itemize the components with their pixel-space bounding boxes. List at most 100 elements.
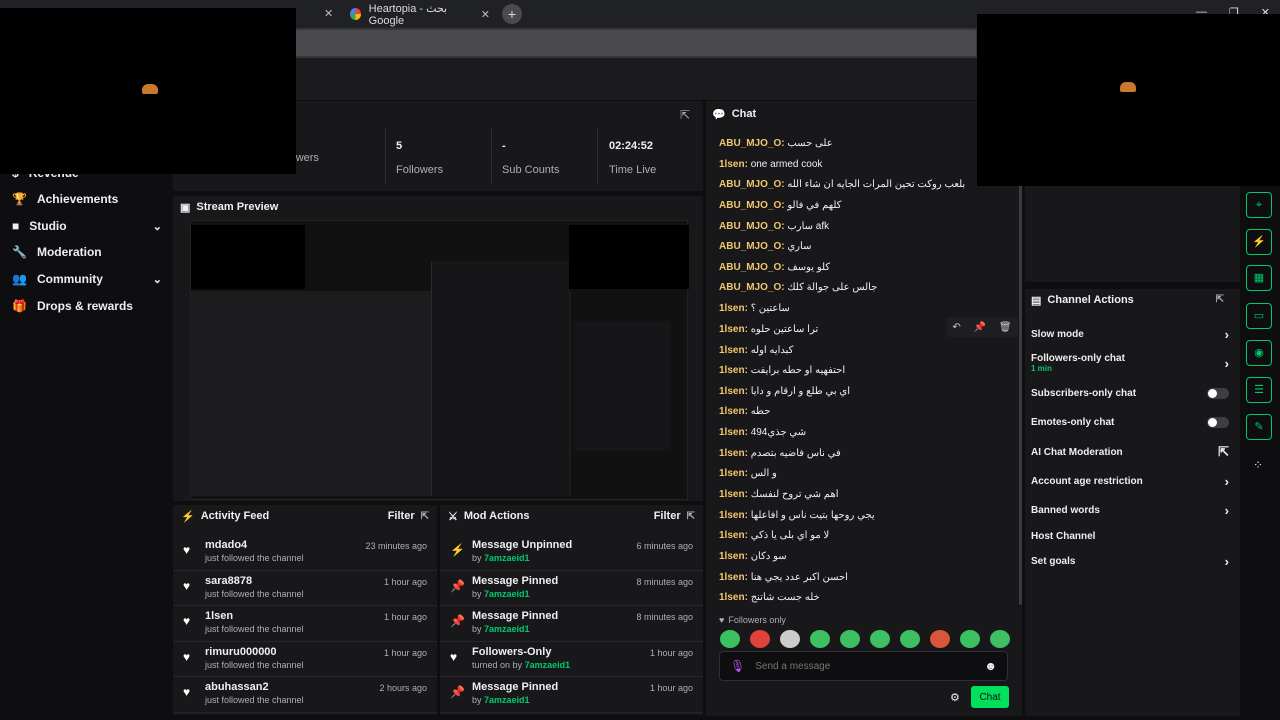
list-item: ♥ 1lsen just followed the channel 1 hour … [173,606,437,642]
wrench-icon[interactable]: ✎ [1246,414,1272,440]
filter-button[interactable]: Filter [654,510,681,522]
stream-preview-video[interactable] [190,220,689,500]
subscribers-only-toggle[interactable] [1207,387,1229,399]
chat-message[interactable]: 1lsen: حطه [719,401,1009,421]
chat-message[interactable]: 1lsen: سو دكان [719,546,1009,566]
chat-message[interactable]: 1lsen: one armed cook [719,154,1009,174]
chat-message[interactable]: 1lsen: احتفهيه او حطه برايفت [719,360,1009,380]
emote-icon[interactable] [960,630,980,648]
chat-input[interactable] [755,660,975,672]
chat-message[interactable]: 1lsen: اي بي طلع و ارقام و دايا [719,381,1009,401]
gear-icon[interactable]: ⚙ [950,691,960,704]
tab-close-button[interactable]: ✕ [481,8,490,21]
chat-message[interactable]: 1lsen: شي جذي494 [719,422,1009,442]
reply-icon[interactable]: ↶ [952,322,960,333]
emote-icon[interactable] [780,630,800,648]
chat-message[interactable]: ABU_MJO_O: على حسب [719,133,1009,153]
add-action-icon[interactable]: ⁘ [1253,458,1263,472]
pin-icon: 📌 [450,614,465,628]
document-icon[interactable]: ▦ [1246,265,1272,291]
emote-icon[interactable] [750,630,770,648]
account-age-row[interactable]: Account age restriction › [1031,473,1229,489]
timestamp: 1 hour ago [383,612,427,622]
chat-message[interactable]: 1lsen: ساعتين ؟ [719,298,1009,318]
emote-icon[interactable] [840,630,860,648]
overlay-window [0,8,296,174]
sidebar-item-moderation[interactable]: 🔧 Moderation [12,239,162,265]
moderator-name[interactable]: 7amzaeid1 [484,589,530,599]
chat-message[interactable]: 1lsen: و الس [719,463,1009,483]
new-tab-button[interactable]: + [502,4,522,24]
activity-description: just followed the channel [205,624,304,634]
chat-message[interactable]: 1lsen: اهم شي تروح لنفسك [719,484,1009,504]
chat-message[interactable]: ABU_MJO_O: كلو يوسف [719,257,1009,277]
emoji-icon[interactable]: ☻ [984,659,997,673]
send-chat-button[interactable]: Chat [971,686,1009,708]
sidebar-item-label: Drops & rewards [36,299,133,313]
moderator-name[interactable]: 7amzaeid1 [525,660,571,670]
browser-tab[interactable]: Heartopia - بحث Google ✕ [340,0,500,28]
moderator-name[interactable]: 7amzaeid1 [484,695,530,705]
moderator-name[interactable]: 7amzaeid1 [484,624,530,634]
chat-message[interactable]: 1lsen: ترا ساعتين حلوه [719,319,939,339]
nested-overlay [569,225,689,289]
chat-message[interactable]: 1lsen: لا مو اي بلى يا ذكي [719,525,1009,545]
popout-icon[interactable]: ⇱ [1216,294,1224,307]
address-bar[interactable] [296,30,976,56]
chat-message[interactable]: 1lsen: يجي روحها بتيت ناس و افاعلها [719,505,1009,525]
follower-name[interactable]: mdado4 [205,539,365,551]
emote-icon[interactable] [720,630,740,648]
emote-icon[interactable] [810,630,830,648]
chat-message[interactable]: ABU_MJO_O: سارب afk [719,216,1009,236]
moderator-name[interactable]: 7amzaeid1 [484,553,530,563]
sidebar-item-drops[interactable]: 🎁 Drops & rewards [12,293,162,319]
chevron-down-icon[interactable]: ⌄ [153,220,162,233]
popout-icon[interactable]: ⇱ [680,108,690,122]
mod-action-list: ⚡ Message Unpinned by 7amzaeid1 6 minutes… [440,535,703,713]
tab-close-button[interactable]: ✕ [324,7,333,20]
ai-moderation-row[interactable]: AI Chat Moderation ⇱ [1031,444,1229,460]
sidebar-item-community[interactable]: 👥 Community ⌄ [12,266,162,292]
chat-message[interactable]: ABU_MJO_O: كلهم في فالو [719,195,1009,215]
emote-icon[interactable] [900,630,920,648]
activity-description: just followed the channel [205,588,304,599]
chat-message[interactable]: 1lsen: في ناس فاضيه بتصدم [719,443,1009,463]
microphone-icon[interactable]: 🎙 [730,659,745,673]
slow-mode-row[interactable]: Slow mode › [1031,326,1229,342]
chat-message[interactable]: 1lsen: احسن اكبر عدد يجي هنا [719,567,1009,587]
followers-only-label: Followers only [728,615,786,625]
chat-message[interactable]: ABU_MJO_O: جالس على جوالة كلك [719,277,1009,297]
chat-message[interactable]: ABU_MJO_O: ساري [719,236,1009,256]
chat-message[interactable]: 1lsen: خله جست شاتنج [719,587,1009,607]
set-goals-row[interactable]: Set goals › [1031,553,1229,569]
emote-icon[interactable] [990,630,1010,648]
sidebar-item-achievements[interactable]: 🏆 Achievements [12,186,162,212]
follower-name[interactable]: rimuru000000 [205,646,384,658]
follower-name[interactable]: abuhassan2 [205,681,379,693]
timestamp: 8 minutes ago [636,576,693,587]
chat-icon[interactable]: ▭ [1246,303,1272,329]
list-icon[interactable]: ☰ [1246,377,1272,403]
emote-icon[interactable] [930,630,950,648]
host-channel-row[interactable]: Host Channel [1031,528,1229,544]
chat-scrollbar[interactable] [1019,130,1022,605]
clip-icon[interactable]: ⌖ [1246,192,1272,218]
filter-button[interactable]: Filter [388,510,415,522]
pin-icon[interactable]: 📌 [974,322,986,333]
chevron-down-icon[interactable]: ⌄ [153,273,162,286]
follower-name[interactable]: sara8878 [205,575,384,587]
delete-icon[interactable]: 🗑 [999,322,1012,333]
lightning-icon[interactable]: ⚡ [1246,229,1272,255]
follower-name[interactable]: 1lsen [205,610,384,622]
chat-message[interactable]: ABU_MJO_O: بلعب روكت تحين المرات الجايه … [719,174,1009,194]
popout-icon[interactable]: ⇱ [421,511,429,522]
emotes-only-toggle[interactable] [1207,416,1229,428]
popout-icon[interactable]: ⇱ [687,511,695,522]
sidebar-item-studio[interactable]: ■ Studio ⌄ [12,213,162,239]
emote-icon[interactable] [870,630,890,648]
broadcast-icon[interactable]: ◉ [1246,340,1272,366]
followers-only-row[interactable]: Followers-only chat 1 min › [1031,352,1229,374]
timestamp: 23 minutes ago [365,541,427,551]
banned-words-row[interactable]: Banned words › [1031,502,1229,518]
chat-message[interactable]: 1lsen: كبدايه اوله [719,340,1009,360]
